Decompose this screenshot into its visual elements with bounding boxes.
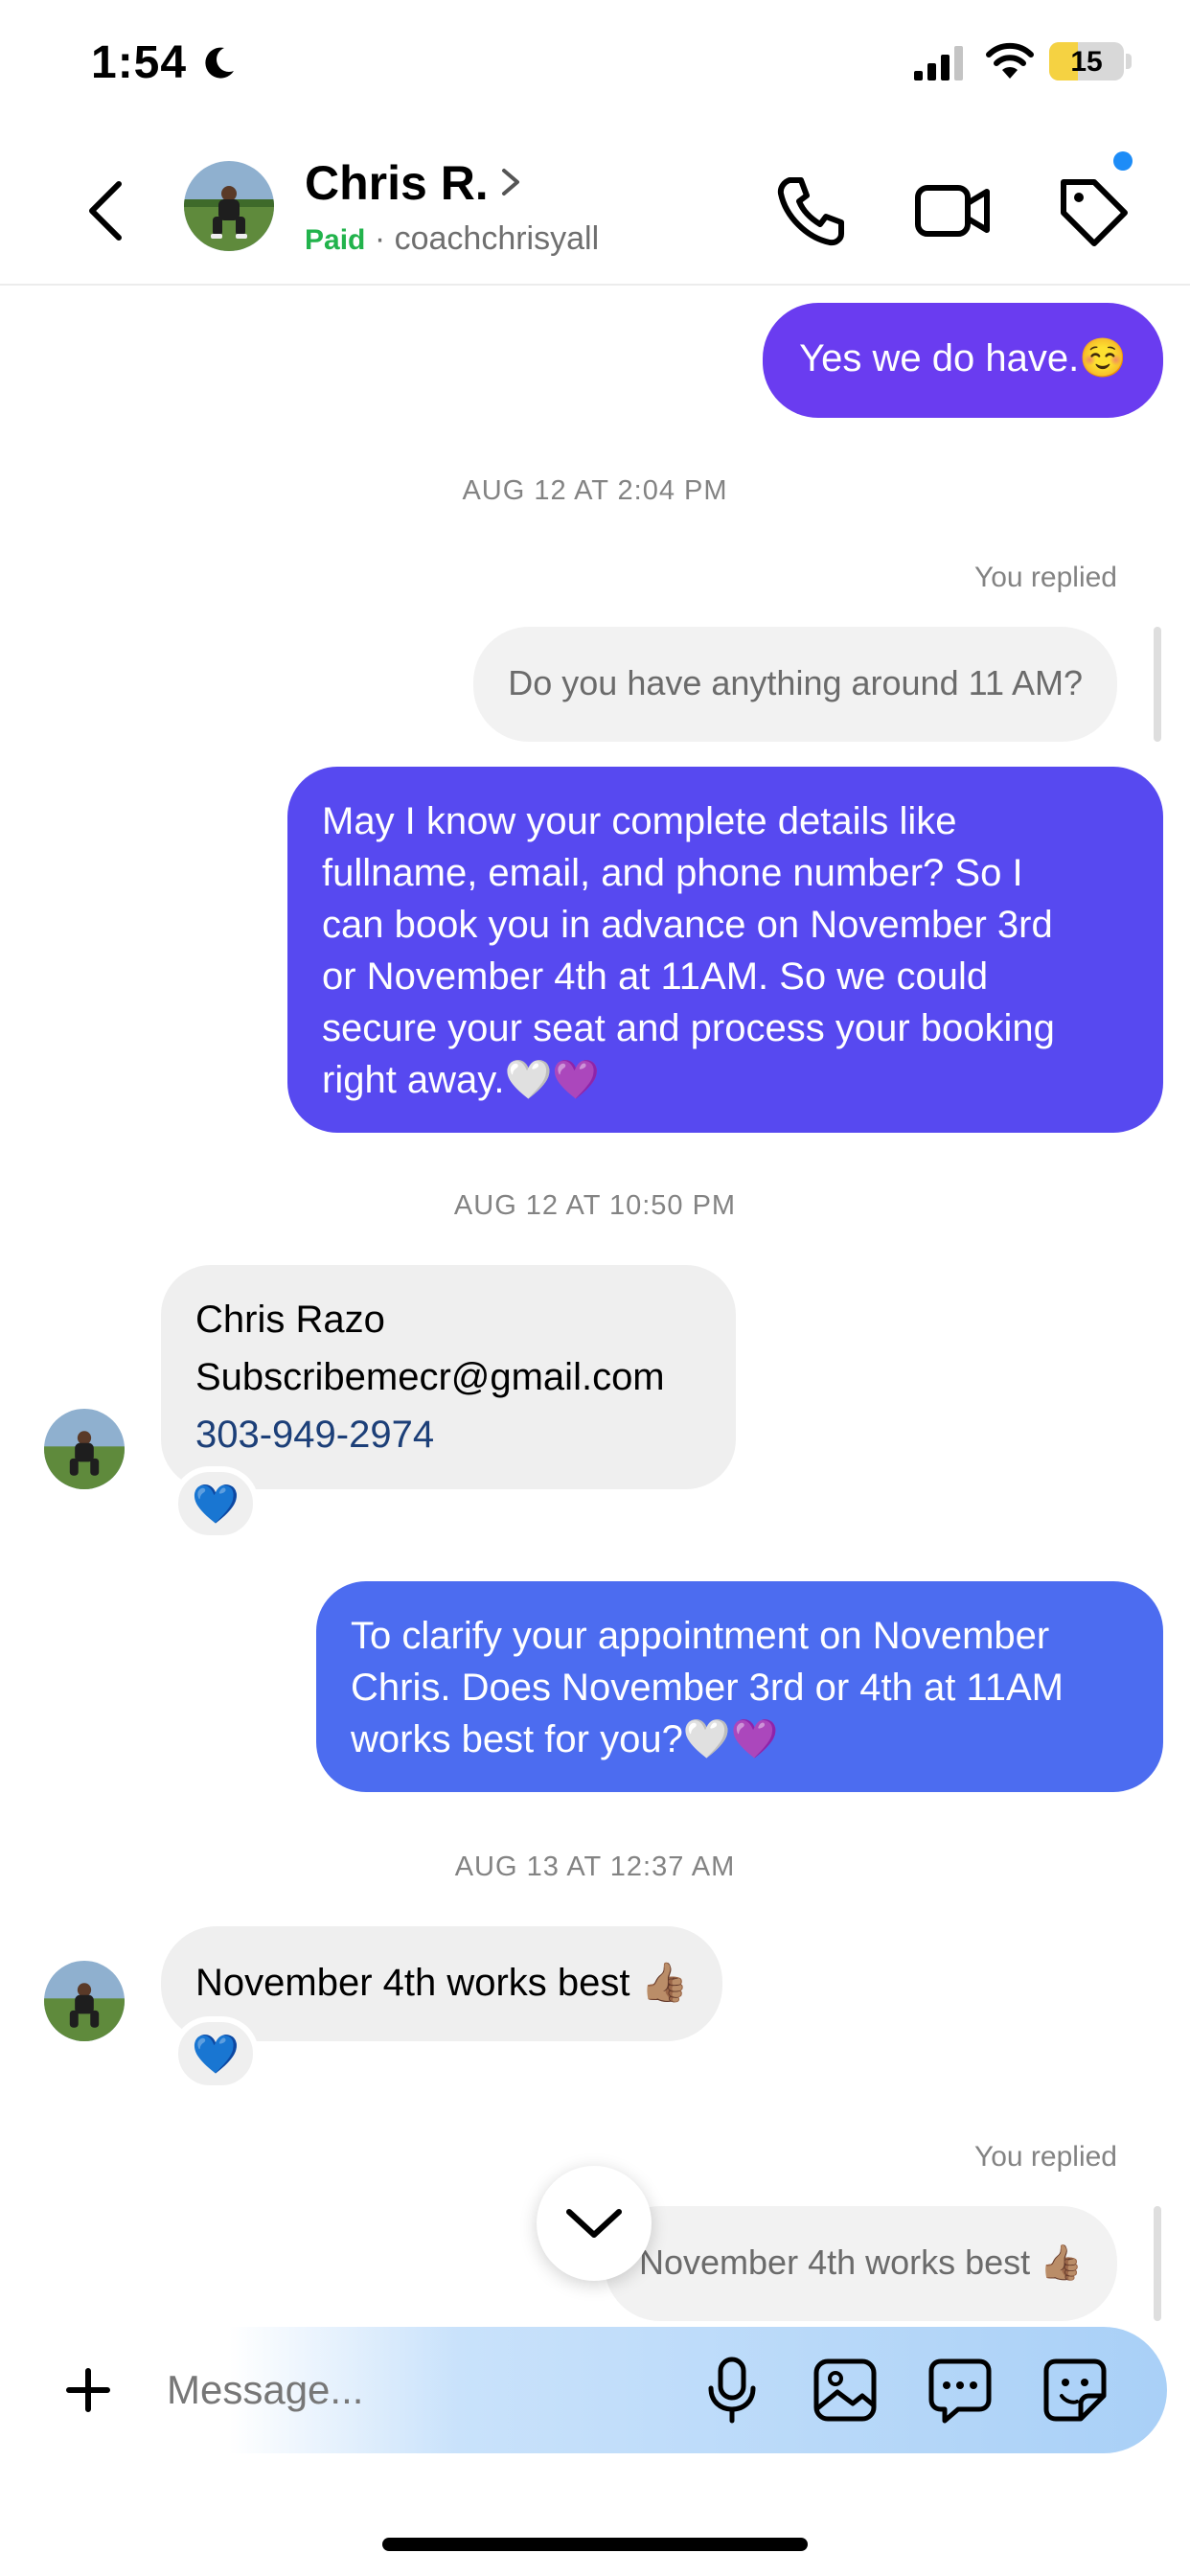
chat-button[interactable] [922, 2352, 998, 2428]
signal-icon [914, 46, 963, 80]
outgoing-message[interactable]: May I know your complete details like fu… [287, 767, 1163, 1133]
you-replied-label: You replied [973, 562, 1117, 593]
avatar-image [44, 1961, 125, 2041]
outgoing-message[interactable]: To clarify your appointment on November … [316, 1581, 1163, 1792]
avatar-image [44, 1409, 125, 1489]
battery-cap [1126, 54, 1132, 69]
replied-to-message[interactable]: Do you have anything around 11 AM? [473, 627, 1117, 742]
message-text: Do you have anything around 11 AM? [508, 663, 1083, 702]
status-time: 1:54 [91, 37, 188, 88]
paid-badge: Paid [305, 224, 366, 256]
subtitle-separator: · [374, 220, 386, 257]
heart-reaction-icon: 💙 [192, 1483, 240, 1526]
phone-link[interactable]: 303-949-2974 [195, 1409, 701, 1460]
avatar[interactable] [44, 1961, 125, 2041]
timestamp: AUG 12 AT 2:04 PM [462, 475, 728, 506]
incoming-message[interactable]: Chris Razo Subscribemecr@gmail.com 303-9… [161, 1265, 736, 1489]
avatar[interactable] [44, 1409, 125, 1489]
battery-level: 15 [1070, 46, 1103, 78]
avatar[interactable] [184, 161, 274, 251]
message-line: works best for you?🤍💜 [351, 1718, 779, 1760]
plus-icon [66, 2368, 110, 2412]
timestamp: AUG 13 AT 12:37 AM [454, 1852, 736, 1882]
message-line: May I know your complete details like [322, 800, 957, 842]
chat-header: Chris R. Paid · coachchrisyall [0, 134, 1190, 286]
chat-bubble-icon [928, 2358, 992, 2424]
message-line: fullname, email, and phone number? So I [322, 852, 1023, 894]
chevron-right-icon[interactable] [498, 165, 523, 199]
moon-icon [205, 47, 234, 79]
back-icon[interactable] [77, 172, 134, 249]
add-button[interactable] [40, 2342, 136, 2438]
sticker-button[interactable] [1037, 2352, 1113, 2428]
battery-icon: 15 [1049, 42, 1124, 80]
message-text: November 4th works best 👍🏽 [639, 2242, 1083, 2282]
message-thread[interactable]: Yes we do have.☺️ AUG 12 AT 2:04 PM You … [0, 288, 1190, 2321]
avatar-image [184, 161, 274, 251]
message-line: secure your seat and process your bookin… [322, 1007, 1055, 1049]
message-text: Yes we do have.☺️ [799, 337, 1127, 380]
scroll-to-bottom-button[interactable] [537, 2166, 652, 2281]
timestamp: AUG 12 AT 10:50 PM [453, 1190, 737, 1221]
status-bar: 1:54 15 [0, 0, 1190, 134]
wifi-icon [986, 42, 1034, 79]
contact-username: coachchrisyall [394, 220, 600, 257]
chevron-down-icon [566, 2209, 622, 2238]
message-line: Chris. Does November 3rd or 4th at 11AM [351, 1667, 1064, 1709]
outgoing-message[interactable]: Yes we do have.☺️ [763, 303, 1163, 418]
message-composer [23, 2327, 1167, 2453]
message-input[interactable] [167, 2356, 665, 2425]
you-replied-label: You replied [973, 2141, 1117, 2173]
reaction-badge[interactable]: 💙 [172, 1466, 259, 1541]
message-line: Chris Razo [195, 1299, 385, 1341]
message-line: To clarify your appointment on November [351, 1615, 1050, 1657]
reply-bar [1154, 627, 1161, 742]
microphone-button[interactable] [694, 2352, 770, 2428]
message-line: right away.🤍💜 [322, 1059, 601, 1101]
phone-icon[interactable] [772, 171, 853, 251]
contact-name[interactable]: Chris R. [305, 155, 489, 211]
incoming-message[interactable]: November 4th works best 👍🏽 [161, 1926, 723, 2041]
replied-to-message[interactable]: November 4th works best 👍🏽 [605, 2206, 1117, 2321]
image-icon [813, 2358, 877, 2422]
reply-bar [1154, 2206, 1161, 2321]
video-icon[interactable] [912, 171, 993, 251]
notification-dot [1113, 151, 1133, 171]
contact-subtitle: Paid · coachchrisyall [305, 220, 599, 258]
message-line: can book you in advance on November 3rd [322, 904, 1053, 946]
gallery-button[interactable] [807, 2352, 883, 2428]
reaction-badge[interactable]: 💙 [172, 2016, 259, 2091]
message-line: or November 4th at 11AM. So we could [322, 955, 989, 998]
message-line: Subscribemecr@gmail.com [195, 1356, 665, 1398]
home-indicator [382, 2538, 808, 2551]
sticker-icon [1043, 2358, 1107, 2422]
message-text: November 4th works best 👍🏽 [195, 1962, 689, 2004]
heart-reaction-icon: 💙 [192, 2033, 240, 2076]
microphone-icon [708, 2357, 756, 2424]
tag-icon[interactable] [1052, 171, 1133, 251]
